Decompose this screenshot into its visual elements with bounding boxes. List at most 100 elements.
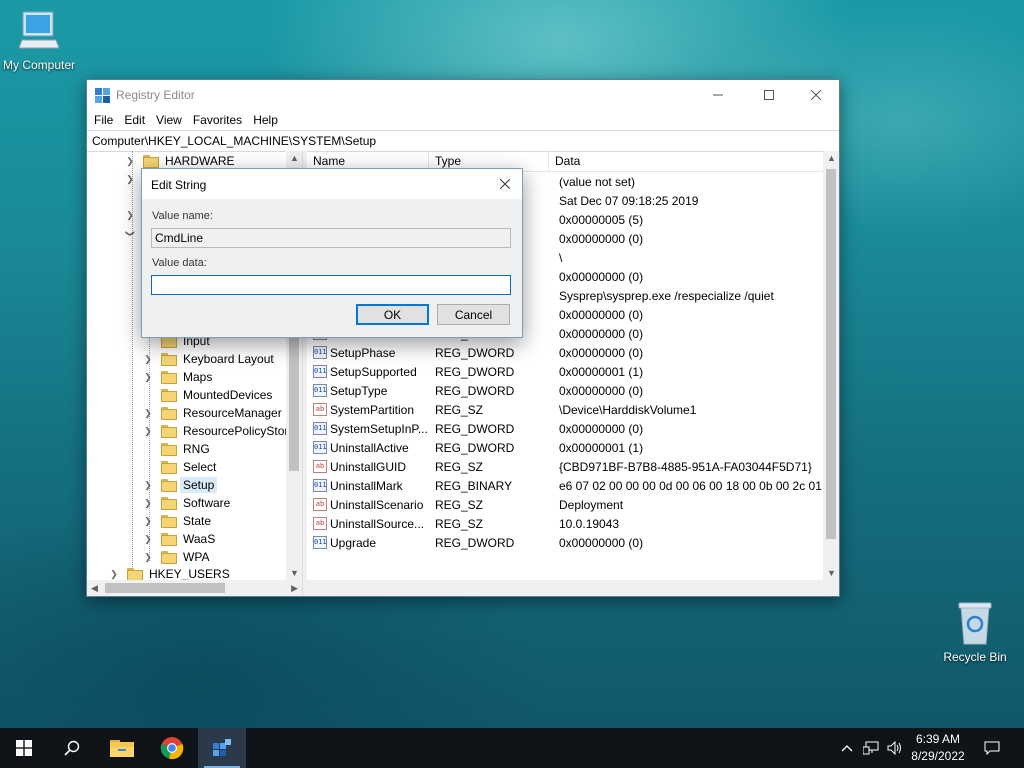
- binary-value-icon: 011: [313, 441, 327, 454]
- value-name: UninstallMark: [330, 478, 403, 493]
- tree-node-resourcemanager[interactable]: ❯ ResourceManager: [143, 404, 282, 422]
- menu-favorites[interactable]: Favorites: [188, 110, 248, 130]
- value-type: REG_DWORD: [435, 345, 515, 360]
- column-header-data[interactable]: Data: [549, 151, 823, 171]
- expand-icon[interactable]: ❯: [143, 426, 153, 437]
- tree-node-software[interactable]: ❯ Software: [143, 494, 230, 512]
- value-row[interactable]: ab UninstallGUID REG_SZ {CBD971BF-B7B8-4885…: [307, 457, 812, 476]
- expand-icon[interactable]: ❯: [143, 516, 153, 527]
- value-row[interactable]: ab UninstallSource... REG_SZ 10.0.19043: [307, 514, 619, 533]
- value-type: REG_DWORD: [435, 440, 515, 455]
- title-bar[interactable]: Registry Editor: [87, 80, 839, 110]
- expand-icon[interactable]: ❯: [125, 174, 135, 185]
- ok-button[interactable]: OK: [356, 304, 429, 325]
- menu-file[interactable]: File: [89, 110, 119, 130]
- scroll-left-icon[interactable]: ◀: [91, 583, 98, 594]
- value-data: 0x00000000 (0): [559, 231, 644, 246]
- scroll-right-icon[interactable]: ▶: [291, 583, 298, 594]
- value-row[interactable]: ab UninstallScenario REG_SZ Deployment: [307, 495, 623, 514]
- expand-icon[interactable]: ❯: [143, 534, 153, 545]
- value-row[interactable]: 011 Upgrade REG_DWORD 0x00000000 (0): [307, 533, 643, 552]
- value-type: REG_DWORD: [435, 364, 515, 379]
- value-type: REG_SZ: [435, 516, 484, 531]
- values-vertical-scrollbar[interactable]: ▲ ▼: [823, 151, 839, 580]
- expand-icon[interactable]: ❯: [143, 498, 153, 509]
- scroll-down-icon[interactable]: ▼: [290, 568, 299, 578]
- tree-node-waas[interactable]: ❯ WaaS: [143, 530, 215, 548]
- expand-icon[interactable]: ❯: [143, 354, 153, 365]
- tree-node-mounteddevices[interactable]: MountedDevices: [143, 386, 272, 404]
- taskbar-registry-editor[interactable]: [198, 728, 246, 768]
- tree-node-resourcepolicystore[interactable]: ❯ ResourcePolicyStore: [143, 422, 295, 440]
- taskbar: 6:39 AM 8/29/2022: [0, 728, 1024, 768]
- menu-help[interactable]: Help: [248, 110, 284, 130]
- chevron-up-icon: [841, 745, 853, 752]
- tree-node-state[interactable]: ❯ State: [143, 512, 211, 530]
- menu-edit[interactable]: Edit: [119, 110, 151, 130]
- value-row[interactable]: 011 UninstallActive REG_DWORD 0x00000001 (1…: [307, 438, 643, 457]
- dialog-close-button[interactable]: [488, 169, 522, 199]
- clock[interactable]: 6:39 AM 8/29/2022: [898, 731, 978, 765]
- tree-node-rng[interactable]: RNG: [143, 440, 210, 458]
- notifications-button[interactable]: [978, 728, 1006, 768]
- value-data: 0x00000000 (0): [559, 307, 644, 322]
- tree-node-select[interactable]: Select: [143, 458, 216, 476]
- folder-icon: [161, 352, 177, 366]
- scroll-down-icon[interactable]: ▼: [827, 568, 836, 578]
- expand-icon[interactable]: ❯: [125, 210, 135, 221]
- folder-icon: [161, 478, 177, 492]
- scroll-up-icon[interactable]: ▲: [827, 153, 836, 163]
- maximize-icon: [764, 90, 774, 100]
- scrollbar-thumb[interactable]: [826, 169, 836, 539]
- scrollbar-thumb[interactable]: [289, 321, 299, 471]
- tree-node-wpa[interactable]: ❯ WPA: [143, 548, 209, 566]
- binary-value-icon: 011: [313, 422, 327, 435]
- value-row[interactable]: 011 SetupPhase REG_DWORD 0x00000000 (0): [307, 343, 643, 362]
- value-data: 0x00000000 (0): [559, 383, 644, 398]
- dialog-title-bar[interactable]: Edit String: [142, 169, 522, 199]
- start-button[interactable]: [0, 728, 48, 768]
- cancel-button[interactable]: Cancel: [437, 304, 510, 325]
- recycle-bin-icon: [958, 602, 992, 645]
- expand-icon[interactable]: ❯: [143, 480, 153, 491]
- collapse-icon[interactable]: ❯: [125, 228, 136, 238]
- value-row[interactable]: 011 SetupSupported REG_DWORD 0x00000001 (1): [307, 362, 643, 381]
- value-data-input[interactable]: [151, 275, 511, 295]
- file-explorer-icon: [110, 740, 134, 757]
- tree-node-maps[interactable]: ❯ Maps: [143, 368, 212, 386]
- tree-node[interactable]: ❯: [125, 224, 136, 242]
- close-button[interactable]: [793, 80, 839, 110]
- folder-icon: [143, 154, 159, 168]
- desktop-icon-recycle-bin[interactable]: Recycle Bin: [933, 600, 1017, 664]
- scroll-up-icon[interactable]: ▲: [290, 153, 299, 163]
- value-row[interactable]: 011 UninstallMark REG_BINARY e6 07 02 00 00…: [307, 476, 822, 495]
- search-button[interactable]: [48, 728, 96, 768]
- value-row[interactable]: 011 SystemSetupInP... REG_DWORD 0x00000000 …: [307, 419, 643, 438]
- desktop-icon-my-computer[interactable]: My Computer: [0, 10, 81, 72]
- expand-icon[interactable]: ❯: [143, 552, 153, 563]
- taskbar-chrome[interactable]: [148, 728, 196, 768]
- expand-icon[interactable]: ❯: [125, 156, 135, 167]
- expand-icon[interactable]: ❯: [143, 408, 153, 419]
- scrollbar-thumb[interactable]: [105, 583, 225, 593]
- network-button[interactable]: [860, 728, 882, 768]
- binary-value-icon: 011: [313, 384, 327, 397]
- show-hidden-icons-button[interactable]: [838, 728, 856, 768]
- address-bar[interactable]: Computer\HKEY_LOCAL_MACHINE\SYSTEM\Setup: [87, 130, 839, 152]
- taskbar-file-explorer[interactable]: [98, 728, 146, 768]
- tree-horizontal-scrollbar[interactable]: ◀ ▶: [87, 580, 302, 596]
- tree-node-setup[interactable]: ❯ Setup: [143, 476, 218, 494]
- tree-node[interactable]: ❯: [125, 206, 135, 224]
- maximize-button[interactable]: [746, 80, 792, 110]
- value-row[interactable]: ab SystemPartition REG_SZ \Device\HarddiskV…: [307, 400, 696, 419]
- folder-icon: [161, 406, 177, 420]
- menu-view[interactable]: View: [151, 110, 188, 130]
- tree-node[interactable]: ❯: [125, 170, 135, 188]
- tree-node-keyboard-layout[interactable]: ❯ Keyboard Layout: [143, 350, 274, 368]
- value-row[interactable]: 011 SetupType REG_DWORD 0x00000000 (0): [307, 381, 643, 400]
- expand-icon[interactable]: ❯: [143, 372, 153, 383]
- minimize-button[interactable]: [695, 80, 741, 110]
- expand-icon[interactable]: ❯: [109, 569, 119, 580]
- value-data: e6 07 02 00 00 00 0d 00 06 00 18 00 0b 0…: [559, 478, 822, 493]
- values-horizontal-scrollbar[interactable]: [307, 580, 839, 596]
